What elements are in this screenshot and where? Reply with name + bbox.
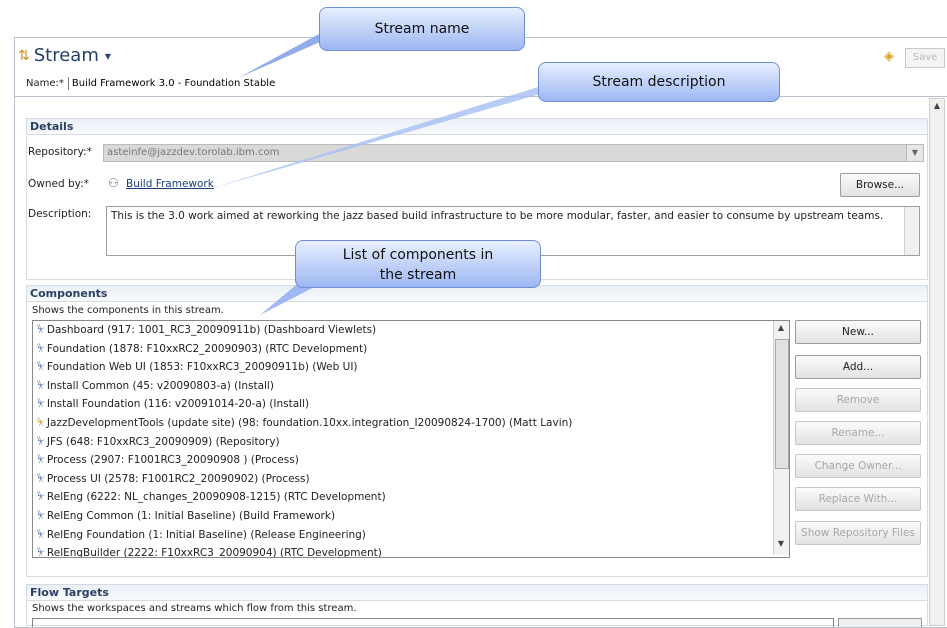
stream-name-callout: Stream name <box>319 7 525 51</box>
callout-line: the stream <box>379 267 457 283</box>
callout-pointers <box>206 28 575 315</box>
components-list-callout: List of components in the stream <box>295 240 541 288</box>
callout-line: List of components in <box>342 247 494 263</box>
stream-description-callout: Stream description <box>538 62 780 102</box>
stream-description-pointer <box>206 84 575 190</box>
